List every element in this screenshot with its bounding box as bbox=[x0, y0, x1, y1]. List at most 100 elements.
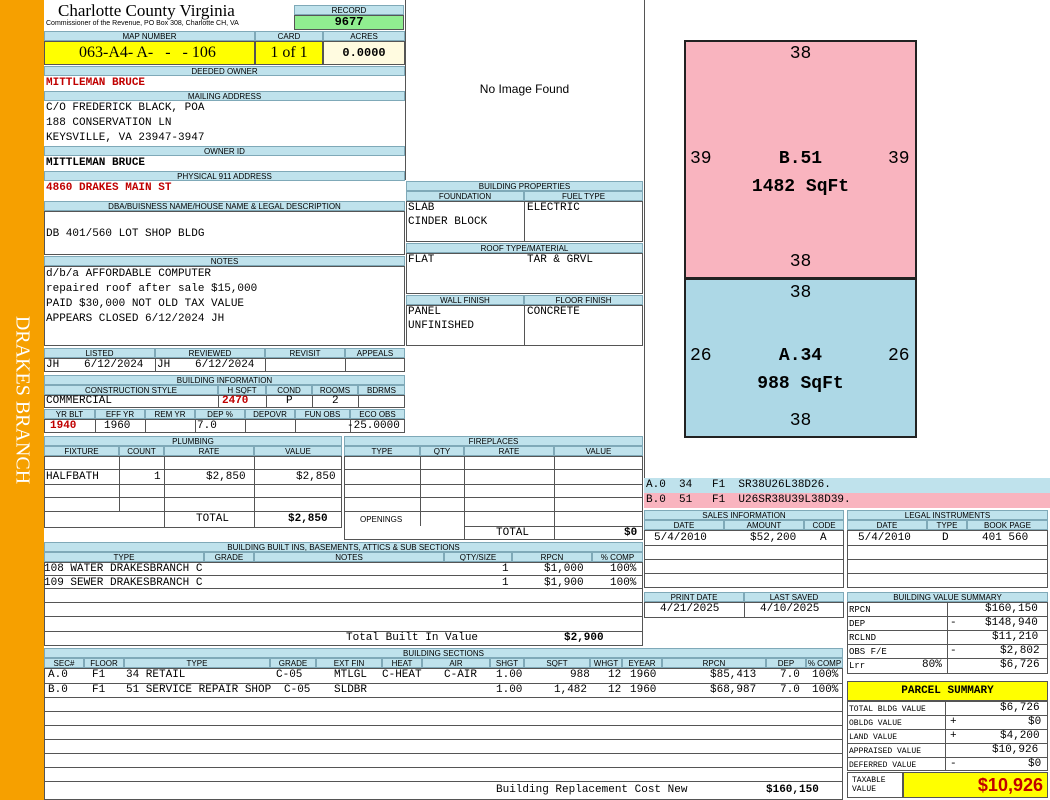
floor-finish: CONCRETE bbox=[527, 306, 580, 318]
map-number: 063-A4- A- - - 106 bbox=[44, 41, 255, 65]
section-grade-1: C-05 bbox=[276, 669, 303, 681]
reviewed-initials: JH bbox=[157, 359, 171, 371]
fuel-type: ELECTRIC bbox=[527, 202, 580, 214]
bvs-lrr-value: $6,726 bbox=[1000, 659, 1040, 671]
floor-header: FLOOR bbox=[84, 658, 124, 668]
dep-section-header: DEP bbox=[766, 658, 806, 668]
sales-info-label: SALES INFORMATION bbox=[644, 510, 844, 520]
air-header: AIR bbox=[422, 658, 490, 668]
map-number-label: MAP NUMBER bbox=[44, 31, 255, 41]
rpcn-header: RPCN bbox=[662, 658, 766, 668]
county-subtitle: Commissioner of the Revenue, PO Box 308,… bbox=[46, 20, 239, 27]
deferred-sign: - bbox=[950, 758, 957, 770]
condition: P bbox=[286, 395, 293, 407]
section-extfin-2: SLDBR bbox=[334, 684, 368, 696]
roof-label: ROOF TYPE/MATERIAL bbox=[406, 243, 643, 253]
extfin-header: EXT FIN bbox=[316, 658, 382, 668]
whgt-header: WHGT bbox=[590, 658, 622, 668]
plumbing-fixture: HALFBATH bbox=[46, 471, 99, 483]
legal-book-header: BOOK PAGE bbox=[967, 520, 1048, 530]
section-air-1: C-AIR bbox=[444, 669, 478, 681]
builtins-type-header: TYPE bbox=[44, 552, 204, 562]
deeded-owner-label: DEEDED OWNER bbox=[44, 66, 405, 76]
cond-header: COND bbox=[266, 385, 312, 395]
building-sections-label: BUILDING SECTIONS bbox=[44, 648, 843, 658]
acres-label: ACRES bbox=[323, 31, 405, 41]
fireplace-total-label: TOTAL bbox=[496, 527, 530, 539]
owner-id-label: OWNER ID bbox=[44, 146, 405, 156]
section-heat-1: C-HEAT bbox=[382, 669, 422, 681]
legal-date: 5/4/2010 bbox=[858, 532, 911, 544]
builtins-comp-header: % COMP bbox=[592, 552, 643, 562]
mailing-line-1: C/O FREDERICK BLACK, POA bbox=[46, 102, 205, 114]
depovr-header: DEPOVR bbox=[245, 409, 295, 419]
county-title: Charlotte County Virginia bbox=[58, 1, 235, 20]
section-sec-2: B.0 bbox=[48, 684, 68, 696]
b-top-dim: 38 bbox=[789, 44, 812, 64]
listed-label: LISTED bbox=[44, 348, 155, 358]
record-label: RECORD bbox=[294, 5, 404, 15]
section-eyear-2: 1960 bbox=[630, 684, 657, 696]
builtins-grade-header: GRADE bbox=[204, 552, 254, 562]
mailing-line-3: KEYSVILLE, VA 23947-3947 bbox=[46, 132, 205, 144]
section-extfin-1: MTLGL bbox=[334, 669, 368, 681]
builtin-qty-1: 1 bbox=[502, 563, 509, 575]
building-value-summary-label: BUILDING VALUE SUMMARY bbox=[847, 592, 1048, 602]
wall-finish-1: PANEL bbox=[408, 306, 442, 318]
obldg-sign: + bbox=[950, 716, 957, 728]
sale-amount: $52,200 bbox=[750, 532, 797, 544]
builtin-rpcn-1: $1,000 bbox=[544, 563, 584, 575]
wall-finish-2: UNFINISHED bbox=[408, 320, 475, 332]
card-label: CARD bbox=[255, 31, 323, 41]
bvs-lrr-label: Lrr bbox=[849, 661, 866, 671]
a-bottom-dim: 38 bbox=[789, 411, 812, 431]
sketch-legend-a: A.0 34 F1 SR38U26L38D26. bbox=[644, 478, 1050, 493]
dep-header: DEP % bbox=[195, 409, 245, 419]
card-number: 1 of 1 bbox=[255, 41, 323, 65]
plumbing-total: $2,850 bbox=[288, 513, 328, 525]
b-section-area: 1482 SqFt bbox=[751, 177, 850, 197]
builtins-notes-header: NOTES bbox=[254, 552, 444, 562]
taxable-value: $10,926 bbox=[903, 772, 1048, 798]
roof-material: TAR & GRVL bbox=[527, 254, 594, 266]
replacement-cost: $160,150 bbox=[766, 784, 819, 796]
section-dep-2: 7.0 bbox=[780, 684, 800, 696]
effective-year: 1960 bbox=[104, 420, 131, 432]
section-eyear-1: 1960 bbox=[630, 669, 657, 681]
plumbing-label: PLUMBING bbox=[44, 436, 342, 446]
bvs-dep-label: DEP bbox=[849, 619, 866, 629]
land-value: $4,200 bbox=[1000, 730, 1040, 742]
sidebar-band: DRAKES BRANCH bbox=[0, 0, 44, 800]
sqft-header: SQFT bbox=[524, 658, 590, 668]
deferred-value: $0 bbox=[1028, 758, 1042, 770]
note-line-2: repaired roof after sale $15,000 bbox=[46, 283, 258, 295]
section-floor-2: F1 bbox=[92, 684, 106, 696]
legal-type: D bbox=[942, 532, 949, 544]
type-header: TYPE bbox=[124, 658, 270, 668]
roof-type: FLAT bbox=[408, 254, 435, 266]
dba-value: DB 401/560 LOT SHOP BLDG bbox=[46, 228, 205, 240]
obldg-label: OBLDG VALUE bbox=[849, 719, 902, 728]
obldg-value: $0 bbox=[1028, 716, 1042, 728]
construction-style-header: CONSTRUCTION STYLE bbox=[44, 385, 218, 395]
remyr-header: REM YR bbox=[145, 409, 195, 419]
print-date: 4/21/2025 bbox=[660, 603, 720, 615]
heated-sqft: 2470 bbox=[222, 395, 249, 407]
deferred-label: DEFERRED VALUE bbox=[849, 761, 917, 770]
section-type-2: 51 SERVICE REPAIR SHOP bbox=[126, 684, 272, 696]
sale-code: A bbox=[820, 532, 827, 544]
legal-book-page: 401 560 bbox=[982, 532, 1029, 544]
builtin-rpcn-2: $1,900 bbox=[544, 577, 584, 589]
last-saved-label: LAST SAVED bbox=[744, 592, 844, 602]
note-line-3: PAID $30,000 NOT OLD TAX VALUE bbox=[46, 298, 245, 310]
land-label: LAND VALUE bbox=[849, 733, 898, 742]
mailing-address-label: MAILING ADDRESS bbox=[44, 91, 405, 101]
yrblt-header: YR BLT bbox=[44, 409, 95, 419]
section-sqft-2: 1,482 bbox=[554, 684, 588, 696]
eyear-header: EYEAR bbox=[622, 658, 662, 668]
bvs-dep-value: $148,940 bbox=[985, 617, 1038, 629]
builtin-comp-2: 100% bbox=[610, 577, 637, 589]
record-number: 9677 bbox=[294, 15, 404, 30]
hsqft-header: H SQFT bbox=[218, 385, 266, 395]
notes-label: NOTES bbox=[44, 256, 405, 266]
